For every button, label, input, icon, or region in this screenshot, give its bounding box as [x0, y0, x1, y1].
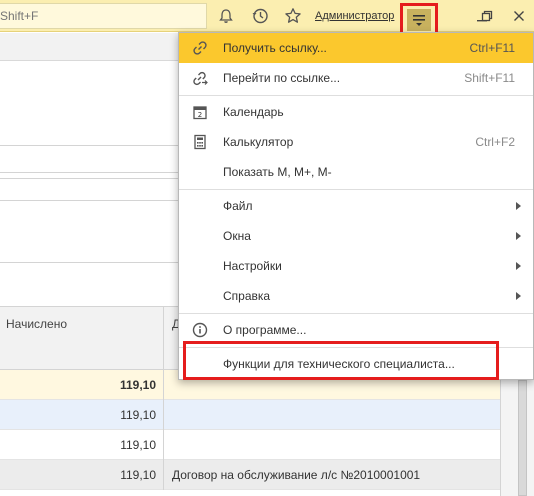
menu-separator	[179, 189, 533, 190]
table-row[interactable]: 119,10	[0, 430, 500, 460]
cell-separator	[163, 400, 164, 430]
cell-document: Договор на обслуживание л/с №2010001001	[172, 468, 421, 482]
menu-item-settings[interactable]: Настройки	[179, 251, 533, 281]
menu-item-goto-link[interactable]: Перейти по ссылке... Shift+F11	[179, 63, 533, 93]
menu-separator	[179, 95, 533, 96]
divider	[0, 172, 180, 173]
cell-separator	[163, 430, 164, 460]
submenu-arrow-icon	[516, 232, 521, 240]
menu-item-label: Окна	[223, 229, 251, 243]
menu-item-label: Показать М, М+, М-	[223, 165, 332, 179]
submenu-arrow-icon	[516, 292, 521, 300]
cell-separator	[163, 370, 164, 400]
menu-item-file[interactable]: Файл	[179, 191, 533, 221]
menu-item-label: Получить ссылку...	[223, 41, 327, 55]
menu-item-shortcut: Ctrl+F2	[475, 135, 515, 149]
cell-separator	[163, 460, 164, 490]
menu-item-shortcut: Shift+F11	[464, 71, 515, 85]
menu-item-label: Файл	[223, 199, 253, 213]
table-row[interactable]: 119,10 Договор на обслуживание л/с №2010…	[0, 460, 500, 490]
search-input[interactable]	[0, 3, 207, 29]
table-row[interactable]: 119,10	[0, 400, 500, 430]
calendar-icon: 2	[191, 103, 209, 121]
menu-item-help[interactable]: Справка	[179, 281, 533, 311]
menu-item-label: Справка	[223, 289, 271, 303]
calculator-icon	[191, 133, 209, 151]
divider	[0, 200, 180, 201]
goto-link-icon	[191, 69, 209, 87]
menu-item-label: Настройки	[223, 259, 282, 273]
divider	[0, 262, 180, 263]
menu-item-get-link[interactable]: Получить ссылку... Ctrl+F11	[179, 33, 533, 63]
submenu-arrow-icon	[516, 202, 521, 210]
main-menu-icon	[407, 9, 431, 31]
menu-item-shortcut: Ctrl+F11	[469, 41, 515, 55]
cell-accrued: 119,10	[120, 468, 156, 482]
menu-item-windows[interactable]: Окна	[179, 221, 533, 251]
submenu-arrow-icon	[516, 262, 521, 270]
top-bar: Администратор	[0, 0, 534, 37]
menu-item-label: О программе...	[223, 323, 307, 337]
divider	[0, 178, 180, 179]
star-icon[interactable]	[283, 6, 303, 26]
annotation-highlight	[183, 341, 499, 380]
cell-accrued: 119,10	[120, 408, 156, 422]
bell-icon[interactable]	[216, 6, 236, 26]
form-header	[0, 33, 180, 61]
menu-separator	[179, 313, 533, 314]
menu-item-calendar[interactable]: 2 Календарь	[179, 97, 533, 127]
close-icon[interactable]	[511, 8, 527, 24]
restore-icon[interactable]	[479, 8, 495, 24]
cell-accrued: 119,10	[119, 378, 156, 392]
column-header-accrued[interactable]: Начислено	[6, 317, 67, 331]
divider	[0, 145, 180, 146]
menu-item-label: Калькулятор	[223, 135, 294, 149]
menu-item-label: Календарь	[223, 105, 284, 119]
scrollbar-track[interactable]	[500, 370, 534, 496]
cell-accrued: 119,10	[120, 438, 156, 452]
user-name-link[interactable]: Администратор	[315, 10, 394, 22]
menu-item-calculator[interactable]: Калькулятор Ctrl+F2	[179, 127, 533, 157]
svg-text:2: 2	[198, 111, 202, 119]
menu-item-show-memory[interactable]: Показать М, М+, М-	[179, 157, 533, 187]
column-separator	[163, 307, 164, 371]
link-icon	[191, 39, 209, 57]
main-menu-dropdown: Получить ссылку... Ctrl+F11 Перейти по с…	[178, 32, 534, 380]
history-icon[interactable]	[250, 6, 270, 26]
menu-item-label: Перейти по ссылке...	[223, 71, 341, 85]
scrollbar-thumb[interactable]	[518, 380, 527, 496]
info-icon	[191, 321, 209, 339]
